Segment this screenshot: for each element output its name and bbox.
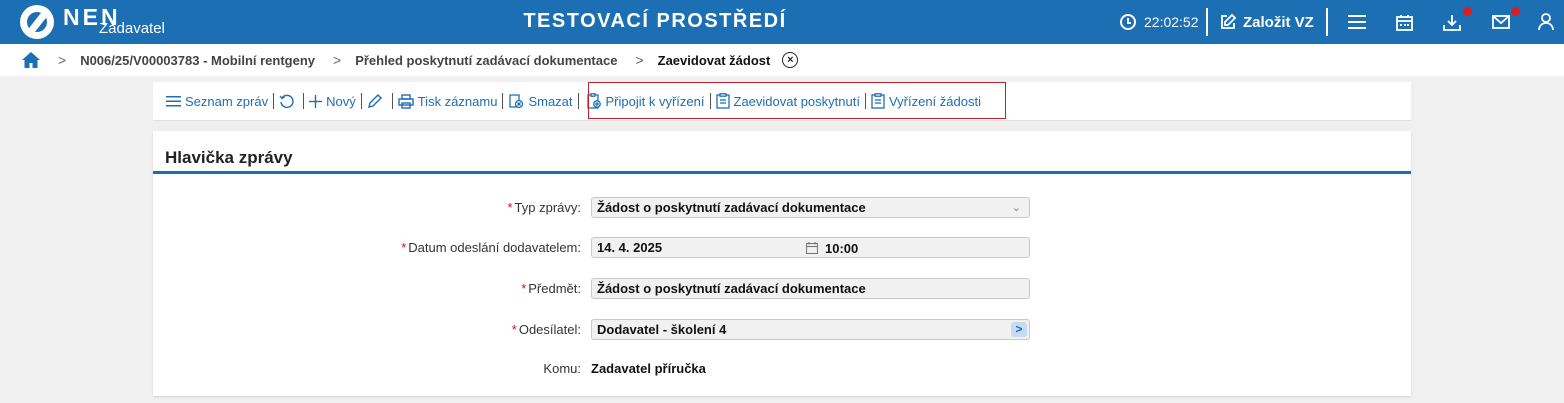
user-icon — [1538, 13, 1554, 31]
mail-badge — [1511, 7, 1520, 16]
delete-icon — [509, 94, 524, 109]
request-resolution-label: Vyřízení žádosti — [888, 93, 981, 109]
home-icon[interactable] — [22, 51, 40, 69]
field-row-recipient: Komu: Zadavatel příručka — [153, 357, 1411, 379]
menu-icon — [1348, 15, 1366, 29]
panel-title: Hlavička zprávy — [153, 131, 1411, 174]
field-row-sender: * Odesílatel: Dodavatel - školení 4 > — [153, 318, 1411, 340]
type-select[interactable]: Žádost o poskytnutí zadávací dokumentace… — [591, 196, 1030, 218]
message-list-button[interactable]: Seznam zpráv — [161, 89, 273, 113]
printer-icon — [398, 93, 414, 109]
print-record-label: Tisk záznamu — [417, 93, 498, 109]
new-button[interactable]: Nový — [304, 89, 361, 113]
message-header-panel: Hlavička zprávy * Typ zprávy: Žádost o po… — [153, 131, 1411, 396]
close-tab-icon[interactable]: × — [782, 52, 799, 68]
download-badge — [1463, 7, 1472, 16]
download-button[interactable] — [1443, 0, 1461, 44]
create-vz-label: Založit VZ — [1243, 13, 1314, 31]
message-list-label: Seznam zpráv — [185, 93, 269, 109]
attach-to-resolution-button[interactable]: Připojit k vyřízení — [581, 89, 710, 113]
toolbar-divider — [577, 93, 579, 109]
date-label: * Datum odeslání dodavatelem: — [401, 239, 581, 255]
sender-label: * Odesílatel: — [511, 321, 581, 337]
subject-input[interactable]: Žádost o poskytnutí zadávací dokumentace — [591, 277, 1030, 299]
session-clock: 22:02:52 — [1120, 0, 1199, 44]
subject-value: Žádost o poskytnutí zadávací dokumentace — [597, 280, 866, 296]
download-icon — [1443, 14, 1461, 31]
list-icon — [166, 96, 181, 107]
register-provision-label: Zaevidovat poskytnutí — [733, 93, 860, 109]
request-resolution-button[interactable]: Vyřízení žádosti — [866, 89, 986, 113]
clock-icon — [1120, 14, 1136, 30]
action-toolbar: Seznam zpráv Nový Tisk záznamu Smazat Př… — [153, 82, 1411, 121]
user-button[interactable] — [1538, 0, 1554, 44]
session-time: 22:02:52 — [1144, 14, 1199, 30]
delete-button[interactable]: Smazat — [503, 89, 577, 113]
required-mark: * — [511, 321, 517, 337]
edit-icon — [1221, 13, 1237, 29]
pencil-icon — [367, 94, 382, 108]
chevron-right-icon[interactable]: > — [1011, 321, 1027, 337]
refresh-button[interactable] — [274, 89, 303, 113]
sender-value: Dodavatel - školení 4 — [597, 321, 727, 337]
chevron-right-icon: > — [333, 52, 342, 68]
clipboard-icon — [871, 93, 885, 109]
refresh-icon — [279, 94, 294, 108]
chevron-right-icon: > — [635, 52, 644, 68]
field-row-date: * Datum odeslání dodavatelem: 14. 4. 2025… — [153, 236, 1411, 258]
subject-label: * Předmět: — [521, 280, 581, 296]
date-value[interactable]: 14. 4. 2025 — [597, 240, 805, 255]
attach-to-resolution-label: Připojit k vyřízení — [605, 93, 705, 109]
environment-title: TESTOVACÍ PROSTŘEDÍ — [523, 10, 787, 32]
field-row-subject: * Předmět: Žádost o poskytnutí zadávací d… — [153, 277, 1411, 299]
create-vz-button[interactable]: Založit VZ — [1219, 0, 1314, 44]
type-label: * Typ zprávy: — [507, 199, 581, 215]
breadcrumb: > N006/25/V00003783 - Mobilní rentgeny >… — [0, 44, 1564, 76]
required-mark: * — [507, 199, 513, 215]
recipient-value: Zadavatel příručka — [591, 360, 706, 376]
calendar-icon[interactable] — [806, 241, 818, 254]
required-mark: * — [401, 239, 407, 255]
calendar-icon — [1396, 14, 1413, 31]
mail-button[interactable] — [1492, 0, 1510, 44]
breadcrumb-item-current: Zaevidovat žádost — [657, 52, 771, 68]
chevron-down-icon: ⌄ — [1011, 201, 1021, 214]
menu-button[interactable] — [1348, 0, 1366, 44]
breadcrumb-item-overview[interactable]: Přehled poskytnutí zadávací dokumentace — [355, 53, 617, 68]
time-value[interactable]: 10:00 — [825, 241, 858, 256]
print-record-button[interactable]: Tisk záznamu — [393, 89, 503, 113]
sender-field[interactable]: Dodavatel - školení 4 > — [591, 318, 1030, 340]
calendar-button[interactable] — [1396, 0, 1413, 44]
top-bar: NEN Zadavatel TESTOVACÍ PROSTŘEDÍ 22:02:… — [0, 0, 1564, 44]
separator — [1326, 8, 1328, 36]
clipboard-gear-icon — [586, 93, 601, 109]
register-provision-button[interactable]: Zaevidovat poskytnutí — [711, 89, 865, 113]
required-mark: * — [521, 280, 527, 296]
field-row-type: * Typ zprávy: Žádost o poskytnutí zadávac… — [153, 196, 1411, 218]
mail-icon — [1492, 15, 1510, 29]
new-label: Nový — [326, 93, 356, 109]
clipboard-icon — [715, 93, 730, 109]
date-time-field[interactable]: 14. 4. 2025 10:00 — [591, 236, 1030, 258]
edit-button[interactable] — [362, 89, 392, 113]
type-value: Žádost o poskytnutí zadávací dokumentace — [597, 199, 866, 215]
recipient-label: Komu: — [543, 360, 581, 376]
chevron-right-icon: > — [58, 52, 67, 68]
breadcrumb-item-contract[interactable]: N006/25/V00003783 - Mobilní rentgeny — [80, 53, 315, 68]
delete-label: Smazat — [528, 93, 573, 109]
plus-icon — [309, 94, 323, 108]
separator — [1206, 8, 1208, 36]
